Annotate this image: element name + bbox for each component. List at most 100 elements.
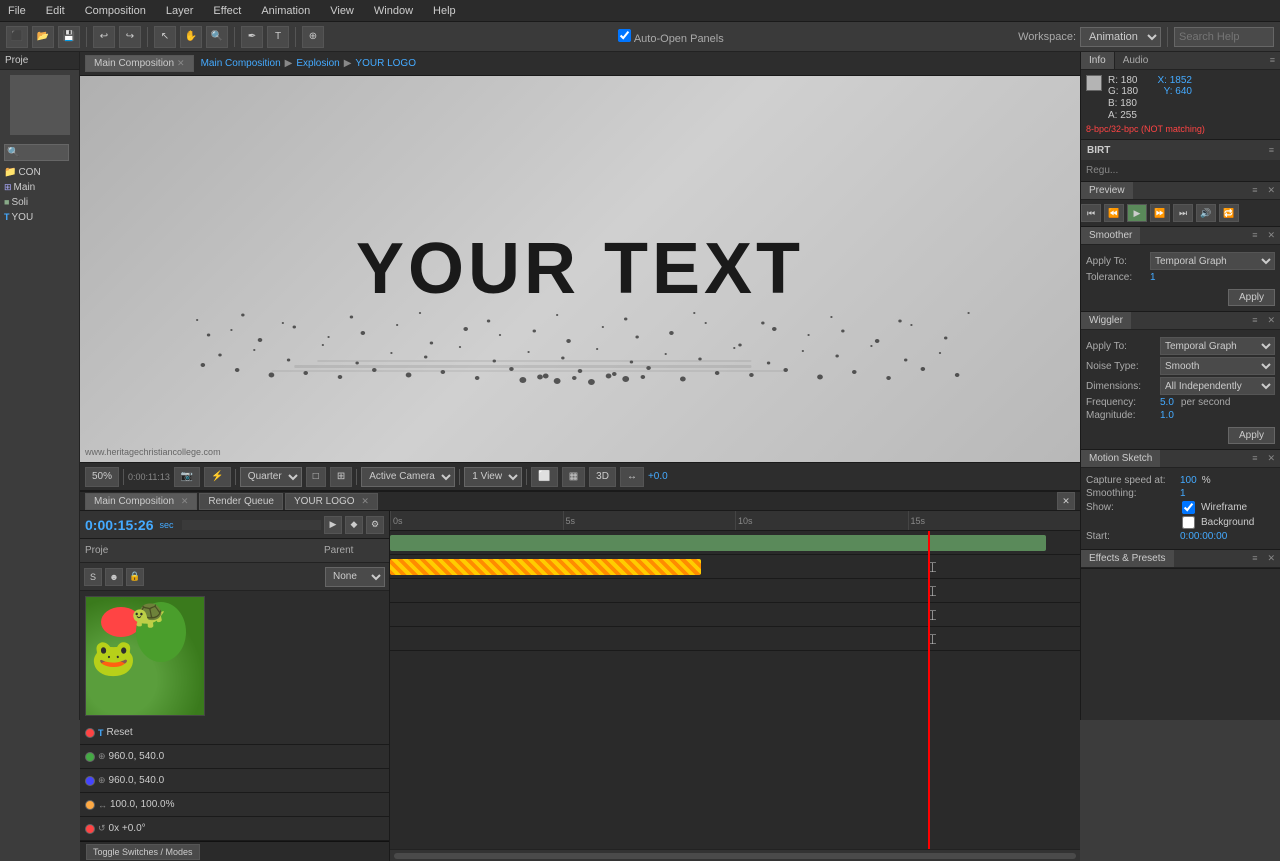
project-search-input[interactable] [4,144,69,161]
preview-menu[interactable]: ≡ [1247,182,1262,199]
timeline-tracks[interactable]: ⌶ ⌶ ⌶ ⌶ [390,531,1080,849]
menu-file[interactable]: File [4,3,30,19]
camera-select[interactable]: Active Camera [361,467,455,487]
search-help-input[interactable] [1174,27,1274,47]
grid-btn[interactable]: ⊞ [330,467,352,487]
layer-row-2[interactable]: ⊕ 960.0, 540.0 [80,745,389,769]
hand-btn[interactable]: ✋ [180,26,202,48]
prev-back-btn[interactable]: ⏪ [1104,204,1124,222]
new-btn[interactable]: ⬛ [6,26,28,48]
menu-effect[interactable]: Effect [209,3,245,19]
character-menu-icon[interactable]: ≡ [1269,145,1274,155]
ram-preview-btn[interactable]: ⚡ [204,467,230,487]
workspace-select[interactable]: Animation Default Essentials [1080,27,1161,47]
prev-audio-btn[interactable]: 🔊 [1196,204,1216,222]
wiggler-apply-btn[interactable]: Apply [1228,427,1275,444]
save-btn[interactable]: 💾 [58,26,80,48]
layer-row-4[interactable]: ↔ 100.0, 100.0% [80,793,389,817]
tl-add-marker-btn[interactable]: ◆ [345,516,363,534]
wiggler-dimensions-select[interactable]: All Independently [1160,377,1275,395]
select-btn[interactable]: ↖ [154,26,176,48]
wiggler-close[interactable]: ✕ [1262,312,1280,329]
prev-first-btn[interactable]: ⏮ [1081,204,1101,222]
toggle-switches-btn[interactable]: Toggle Switches / Modes [86,844,200,860]
wiggler-menu[interactable]: ≡ [1247,312,1262,329]
layer-row-5[interactable]: ↺ 0x +0.0° [80,817,389,841]
toggle-alpha-btn[interactable]: □ [306,467,326,487]
pen-btn[interactable]: ✒ [241,26,263,48]
auto-open-checkbox[interactable] [618,29,631,42]
effects-close[interactable]: ✕ [1262,550,1280,567]
open-btn[interactable]: 📂 [32,26,54,48]
ms-background-checkbox[interactable] [1182,516,1195,529]
wiggler-noise-select[interactable]: Smooth Jagged [1160,357,1275,375]
zoom-btn[interactable]: 🔍 [206,26,228,48]
wiggler-tab[interactable]: Wiggler [1081,312,1131,329]
timeline-tab-render[interactable]: Render Queue [199,493,283,510]
add-solo-btn[interactable]: S [84,568,102,586]
motion-sketch-menu[interactable]: ≡ [1247,450,1262,467]
playhead[interactable] [928,531,930,849]
smoother-close[interactable]: ✕ [1262,227,1280,244]
text-btn[interactable]: T [267,26,289,48]
audio-tab[interactable]: Audio [1115,52,1157,69]
motion-sketch-tab[interactable]: Motion Sketch [1081,450,1160,467]
menu-edit[interactable]: Edit [42,3,69,19]
info-panel-menu[interactable]: ≡ [1265,52,1280,69]
time-scrubber[interactable] [182,520,321,530]
comp-tab-main[interactable]: Main Composition ✕ [85,55,194,72]
menu-layer[interactable]: Layer [162,3,198,19]
timeline-tab-yourlogo[interactable]: YOUR LOGO ✕ [285,493,378,510]
ms-wireframe-checkbox[interactable] [1182,501,1195,514]
snap-btn[interactable]: ⊕ [302,26,324,48]
timeline-tab-main[interactable]: Main Composition ✕ [85,493,197,510]
timeline-close-btn[interactable]: ✕ [1057,492,1075,510]
view-select[interactable]: 1 View [464,467,522,487]
character-panel-header[interactable]: BIRT ≡ [1081,140,1280,160]
menu-help[interactable]: Help [429,3,460,19]
3d-btn[interactable]: 3D [589,467,616,487]
menu-animation[interactable]: Animation [257,3,314,19]
prev-play-btn[interactable]: ▶ [1127,204,1147,222]
undo-btn[interactable]: ↩ [93,26,115,48]
preview-close[interactable]: ✕ [1262,182,1280,199]
smoother-tab[interactable]: Smoother [1081,227,1140,244]
timeline-scrollbar[interactable] [390,849,1080,861]
menu-composition[interactable]: Composition [81,3,150,19]
zoom-level-btn[interactable]: 50% [85,467,119,487]
project-item-solid[interactable]: Soli [0,195,79,210]
quality-select[interactable]: Quarter Half Full [240,467,302,487]
menu-window[interactable]: Window [370,3,417,19]
prev-forward-btn[interactable]: ⏩ [1150,204,1170,222]
project-item-con[interactable]: CON [0,165,79,180]
project-search-area [4,144,75,161]
add-shy-btn[interactable]: ☻ [105,568,123,586]
layer-row-3[interactable]: ⊕ 960.0, 540.0 [80,769,389,793]
layer-row-1[interactable]: Reset [80,721,389,745]
layer-icon-4: ↔ [98,800,107,810]
safe-margins-btn[interactable]: ▦ [562,467,585,487]
redo-btn[interactable]: ↪ [119,26,141,48]
prev-last-btn[interactable]: ⏭ [1173,204,1193,222]
project-item-you[interactable]: YOU [0,210,79,225]
tl-settings-btn[interactable]: ⚙ [366,516,384,534]
info-tab[interactable]: Info [1081,52,1115,69]
workspace-label: Workspace: [1018,31,1076,43]
parent-select[interactable]: None [325,567,385,587]
fit-btn[interactable]: ⬜ [531,467,557,487]
add-lock-btn[interactable]: 🔒 [126,568,144,586]
preview-tab[interactable]: Preview [1081,182,1133,199]
menu-view[interactable]: View [326,3,358,19]
wiggler-apply-select[interactable]: Temporal Graph [1160,337,1275,355]
pixel-aspect-btn[interactable]: ↔ [620,467,644,487]
smoother-menu[interactable]: ≡ [1247,227,1262,244]
prev-loop-btn[interactable]: 🔁 [1219,204,1239,222]
snapshot-btn[interactable]: 📷 [174,467,200,487]
effects-menu[interactable]: ≡ [1247,550,1262,567]
smoother-apply-btn[interactable]: Apply [1228,289,1275,306]
tl-play-btn[interactable]: ▶ [324,516,342,534]
project-item-main[interactable]: Main [0,180,79,195]
effects-tab[interactable]: Effects & Presets [1081,550,1174,567]
smoother-apply-select[interactable]: Temporal Graph Spatial Path [1150,252,1275,270]
motion-sketch-close[interactable]: ✕ [1262,450,1280,467]
